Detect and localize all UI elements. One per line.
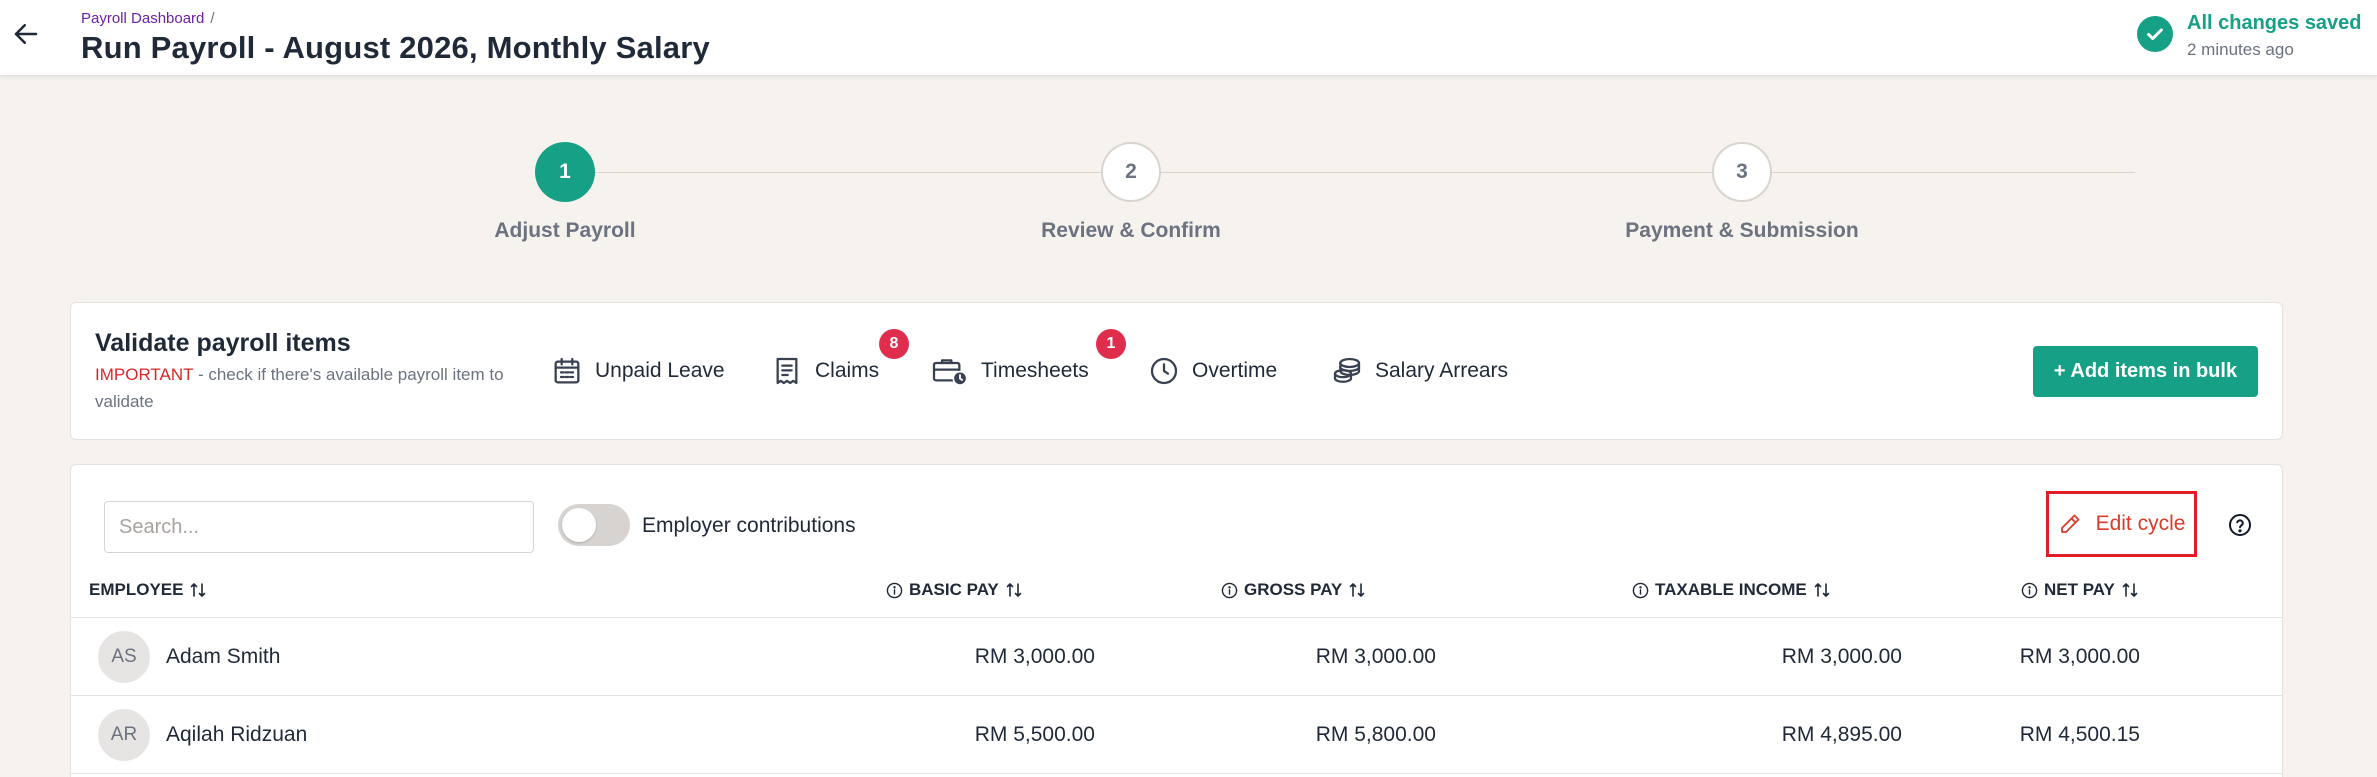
net-pay-cell: RM 3,000.00	[2019, 645, 2140, 668]
step-review-confirm: 2 Review & Confirm	[931, 142, 1331, 243]
gross-pay-cell: RM 5,800.00	[1315, 723, 1436, 746]
briefcase-clock-icon	[932, 359, 968, 386]
step-number: 2	[1101, 142, 1161, 202]
page-title: Run Payroll - August 2026, Monthly Salar…	[81, 30, 710, 65]
column-employee-label: EMPLOYEE	[89, 580, 184, 599]
timesheets-item[interactable]: Timesheets	[931, 353, 1089, 389]
save-status-label: All changes saved	[2187, 12, 2362, 34]
column-basic-pay-label: BASIC PAY	[909, 580, 999, 599]
toggle-knob	[562, 508, 596, 542]
validate-title: Validate payroll items	[95, 329, 351, 357]
column-gross-pay-label: GROSS PAY	[1244, 580, 1343, 599]
sort-icon	[2122, 583, 2138, 597]
edit-cycle-label: Edit cycle	[2095, 512, 2186, 535]
row-divider	[71, 773, 2282, 774]
employer-contributions-toggle[interactable]	[558, 504, 630, 546]
sort-icon	[191, 583, 206, 597]
breadcrumb-separator: /	[210, 10, 215, 27]
column-net-pay[interactable]: NET PAY	[2021, 580, 2139, 600]
step-label: Payment & Submission	[1625, 219, 1859, 242]
gross-pay-cell: RM 3,000.00	[1315, 645, 1436, 668]
info-icon	[886, 582, 903, 598]
claims-count-badge: 8	[879, 329, 909, 359]
clock-icon	[1150, 357, 1178, 385]
calendar-icon	[554, 357, 580, 384]
check-circle-icon	[2137, 16, 2173, 52]
breadcrumb: Payroll Dashboard /	[81, 10, 215, 27]
column-gross-pay[interactable]: GROSS PAY	[1221, 580, 1366, 600]
table-row[interactable]: AS Adam Smith RM 3,000.00 RM 3,000.00 RM…	[71, 618, 2282, 695]
breadcrumb-payroll-dashboard[interactable]: Payroll Dashboard	[81, 10, 204, 27]
back-button[interactable]	[8, 16, 44, 52]
add-items-in-bulk-button[interactable]: + Add items in bulk	[2033, 346, 2258, 397]
employee-name[interactable]: Adam Smith	[166, 645, 280, 669]
help-icon[interactable]	[2228, 513, 2252, 537]
info-icon	[2021, 582, 2038, 598]
coins-icon	[1333, 357, 1361, 383]
important-label: IMPORTANT	[95, 365, 194, 384]
receipt-icon	[776, 357, 798, 385]
employer-contributions-label: Employer contributions	[642, 514, 856, 537]
validate-note: IMPORTANT - check if there's available p…	[95, 361, 535, 415]
basic-pay-cell: RM 5,500.00	[974, 723, 1095, 746]
column-taxable-income-label: TAXABLE INCOME	[1655, 580, 1807, 599]
step-number: 3	[1712, 142, 1772, 202]
overtime-item[interactable]: Overtime	[1148, 353, 1277, 389]
column-employee[interactable]: EMPLOYEE	[89, 580, 207, 600]
search-input[interactable]	[104, 501, 534, 553]
employee-name[interactable]: Aqilah Ridzuan	[166, 723, 307, 747]
sort-icon	[1006, 583, 1022, 597]
edit-cycle-button[interactable]: Edit cycle	[2046, 491, 2197, 557]
timesheets-label: Timesheets	[981, 359, 1089, 382]
sort-icon	[1814, 583, 1830, 597]
save-status-time: 2 minutes ago	[2187, 40, 2294, 59]
column-taxable-income[interactable]: TAXABLE INCOME	[1632, 580, 1831, 600]
payroll-table-card: Employer contributions Edit cycle EMPLOY…	[70, 464, 2283, 777]
arrow-left-icon	[14, 24, 38, 44]
step-payment-submission: 3 Payment & Submission	[1542, 142, 1942, 243]
column-basic-pay[interactable]: BASIC PAY	[886, 580, 1023, 600]
basic-pay-cell: RM 3,000.00	[974, 645, 1095, 668]
page-header: Payroll Dashboard / Run Payroll - August …	[0, 0, 2377, 76]
info-icon	[1632, 582, 1649, 598]
table-row[interactable]: AR Aqilah Ridzuan RM 5,500.00 RM 5,800.0…	[71, 696, 2282, 773]
taxable-income-cell: RM 3,000.00	[1781, 645, 1902, 668]
unpaid-leave-label: Unpaid Leave	[595, 359, 725, 382]
avatar: AS	[98, 631, 150, 683]
validate-payroll-card: Validate payroll items IMPORTANT - check…	[70, 302, 2283, 440]
salary-arrears-label: Salary Arrears	[1375, 359, 1509, 382]
step-label: Adjust Payroll	[494, 219, 636, 242]
step-number: 1	[535, 142, 595, 202]
claims-label: Claims	[815, 359, 880, 382]
timesheets-count-badge: 1	[1096, 329, 1126, 359]
overtime-label: Overtime	[1192, 359, 1278, 382]
info-icon	[1221, 582, 1238, 598]
avatar: AR	[98, 709, 150, 761]
taxable-income-cell: RM 4,895.00	[1781, 723, 1902, 746]
pencil-icon	[2060, 514, 2079, 533]
unpaid-leave-item[interactable]: Unpaid Leave	[551, 353, 725, 389]
salary-arrears-item[interactable]: Salary Arrears	[1331, 353, 1508, 389]
sort-icon	[1349, 583, 1365, 597]
step-adjust-payroll: 1 Adjust Payroll	[365, 142, 765, 243]
step-label: Review & Confirm	[1041, 219, 1221, 242]
column-net-pay-label: NET PAY	[2044, 580, 2115, 599]
save-status: All changes saved 2 minutes ago	[2137, 10, 2377, 66]
claims-item[interactable]: Claims	[771, 353, 879, 389]
net-pay-cell: RM 4,500.15	[2019, 723, 2140, 746]
